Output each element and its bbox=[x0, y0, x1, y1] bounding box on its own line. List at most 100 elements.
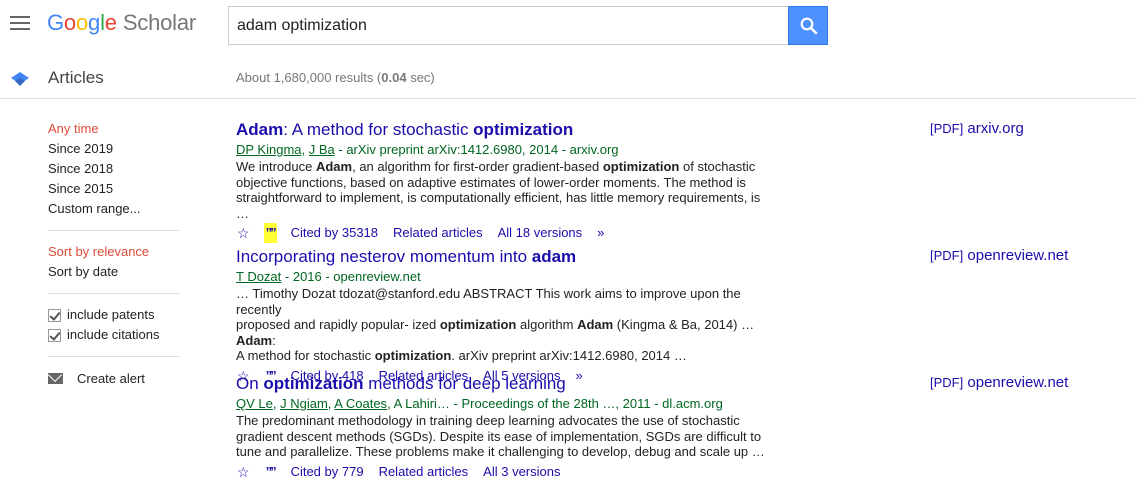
quote-icon[interactable]: ”” bbox=[263, 223, 277, 243]
result-actions: ☆ ”” Cited by 35318 Related articles All… bbox=[236, 223, 1106, 243]
section-label[interactable]: Articles bbox=[48, 68, 104, 88]
results-time: 0.04 bbox=[381, 70, 407, 85]
all-versions-link[interactable]: All 3 versions bbox=[483, 462, 560, 482]
hamburger-menu-icon[interactable] bbox=[10, 16, 30, 32]
pdf-host: arxiv.org bbox=[967, 120, 1024, 137]
sidebar-divider bbox=[48, 356, 180, 357]
sidebar-divider bbox=[48, 230, 180, 231]
author-link[interactable]: T Dozat bbox=[236, 269, 281, 284]
cited-by-link[interactable]: Cited by 779 bbox=[291, 462, 364, 482]
snippet-fragment: … Timothy Dozat tdozat@stanford.edu ABST… bbox=[236, 286, 741, 317]
google-scholar-logo[interactable]: Google Scholar bbox=[47, 10, 196, 36]
star-icon[interactable]: ☆ bbox=[237, 223, 250, 243]
result-source: - 2016 - openreview.net bbox=[281, 269, 421, 284]
results-prefix: About 1,680,000 results ( bbox=[236, 70, 382, 85]
author-separator: , bbox=[272, 396, 281, 411]
create-alert-button[interactable]: Create alert bbox=[48, 368, 180, 388]
create-alert-label: Create alert bbox=[77, 370, 145, 386]
related-articles-link[interactable]: Related articles bbox=[393, 223, 483, 243]
snippet-fragment: of stochastic bbox=[679, 159, 756, 174]
result-authors: QV Le, J Ngiam, A Coates, A Lahiri… - Pr… bbox=[236, 395, 1106, 412]
title-fragment: : A method for stochastic bbox=[283, 120, 474, 139]
snippet-fragment: optimization bbox=[602, 159, 680, 174]
snippet-line: straightforward to implement, is computa… bbox=[236, 190, 776, 221]
checkbox-checked-icon[interactable] bbox=[48, 328, 61, 342]
result-snippet: The predominant methodology in training … bbox=[236, 413, 776, 460]
checkbox-checked-icon[interactable] bbox=[48, 308, 61, 322]
author-link[interactable]: QV Le bbox=[236, 396, 273, 411]
author-link[interactable]: DP Kingma bbox=[236, 142, 302, 157]
result-actions: ☆ ”” Cited by 779 Related articles All 3… bbox=[236, 462, 1106, 482]
sort-by-date[interactable]: Sort by date bbox=[48, 262, 180, 282]
sidebar: Any time Since 2019 Since 2018 Since 201… bbox=[48, 119, 180, 388]
snippet-fragment: tune and parallelize. These problems mak… bbox=[236, 444, 765, 459]
search-icon bbox=[800, 17, 818, 35]
related-articles-link[interactable]: Related articles bbox=[379, 462, 469, 482]
results-suffix: sec) bbox=[406, 70, 435, 85]
author-link[interactable]: A Coates bbox=[334, 396, 387, 411]
snippet-fragment: , an algorithm for first-order gradient-… bbox=[352, 159, 603, 174]
result-item: Adam: A method for stochastic optimizati… bbox=[236, 119, 1106, 243]
result-snippet: … Timothy Dozat tdozat@stanford.edu ABST… bbox=[236, 286, 776, 364]
snippet-fragment: (Kingma & Ba, 2014) … bbox=[613, 317, 755, 332]
star-icon[interactable]: ☆ bbox=[237, 462, 250, 482]
quote-icon[interactable]: ”” bbox=[264, 462, 277, 482]
filter-since-2015[interactable]: Since 2015 bbox=[48, 179, 180, 199]
cited-by-link[interactable]: Cited by 35318 bbox=[291, 223, 378, 243]
result-authors: T Dozat - 2016 - openreview.net bbox=[236, 268, 1106, 285]
snippet-fragment: gradient descent methods (SGDs). Despite… bbox=[236, 428, 762, 444]
result-snippet: We introduce Adam, an algorithm for firs… bbox=[236, 159, 776, 221]
snippet-fragment: proposed and rapidly popular- ized bbox=[236, 317, 440, 332]
checkbox-label: include patents bbox=[67, 307, 155, 322]
search-button[interactable] bbox=[788, 6, 828, 45]
snippet-fragment: Adam bbox=[315, 159, 353, 174]
result-source: - arXiv preprint arXiv:1412.6980, 2014 -… bbox=[334, 142, 619, 157]
snippet-line: … Timothy Dozat tdozat@stanford.edu ABST… bbox=[236, 286, 776, 317]
pdf-host: openreview.net bbox=[967, 247, 1069, 264]
result-source: , A Lahiri… - Proceedings of the 28th …,… bbox=[387, 396, 723, 411]
logo-letter: e bbox=[104, 10, 117, 35]
include-patents-checkbox[interactable]: include patents bbox=[48, 305, 180, 325]
title-fragment: adam bbox=[531, 247, 577, 266]
subheader: Articles About 1,680,000 results (0.04 s… bbox=[0, 52, 1137, 99]
mail-icon bbox=[48, 372, 63, 384]
double-chevron-icon[interactable]: » bbox=[597, 223, 604, 243]
snippet-line: A method for stochastic optimization. ar… bbox=[236, 348, 776, 364]
title-fragment: optimization bbox=[473, 120, 574, 139]
all-versions-link[interactable]: All 18 versions bbox=[498, 223, 583, 243]
snippet-fragment: A method for stochastic bbox=[236, 348, 375, 363]
snippet-line: proposed and rapidly popular- ized optim… bbox=[236, 317, 776, 348]
snippet-fragment: objective functions, based on adaptive e… bbox=[236, 174, 746, 190]
snippet-fragment: algorithm bbox=[516, 317, 578, 332]
include-citations-checkbox[interactable]: include citations bbox=[48, 325, 180, 345]
author-link[interactable]: J Ngiam bbox=[280, 396, 328, 411]
scholar-cap-icon bbox=[11, 72, 29, 86]
snippet-fragment: . arXiv preprint arXiv:1412.6980, 2014 … bbox=[451, 348, 687, 363]
snippet-fragment: Adam bbox=[577, 317, 614, 332]
filter-since-2019[interactable]: Since 2019 bbox=[48, 139, 180, 159]
pdf-tag: [PDF] bbox=[930, 248, 964, 263]
result-item: Incorporating nesterov momentum into ada… bbox=[236, 246, 1106, 386]
title-fragment: Adam bbox=[236, 120, 284, 139]
snippet-fragment: optimization bbox=[374, 348, 452, 363]
filter-since-2018[interactable]: Since 2018 bbox=[48, 159, 180, 179]
sort-by-relevance[interactable]: Sort by relevance bbox=[48, 242, 180, 262]
snippet-fragment: straightforward to implement, is computa… bbox=[236, 190, 761, 221]
snippet-line: We introduce Adam, an algorithm for firs… bbox=[236, 159, 776, 175]
snippet-line: objective functions, based on adaptive e… bbox=[236, 175, 776, 191]
pdf-link[interactable]: [PDF] openreview.net bbox=[930, 374, 1068, 391]
search-input[interactable]: adam optimization bbox=[228, 6, 789, 45]
snippet-fragment: : bbox=[272, 332, 276, 348]
author-link[interactable]: J Ba bbox=[309, 142, 335, 157]
filter-custom-range[interactable]: Custom range... bbox=[48, 199, 180, 219]
snippet-line: gradient descent methods (SGDs). Despite… bbox=[236, 429, 776, 445]
title-fragment: On bbox=[236, 374, 264, 393]
pdf-link[interactable]: [PDF] arxiv.org bbox=[930, 120, 1024, 137]
result-authors: DP Kingma, J Ba - arXiv preprint arXiv:1… bbox=[236, 141, 1106, 158]
logo-scholar-text: Scholar bbox=[122, 10, 197, 35]
snippet-fragment: Adam bbox=[236, 332, 273, 348]
pdf-link[interactable]: [PDF] openreview.net bbox=[930, 247, 1068, 264]
snippet-fragment: We introduce bbox=[236, 159, 316, 174]
filter-any-time[interactable]: Any time bbox=[48, 119, 180, 139]
logo-letter: g bbox=[88, 10, 101, 35]
